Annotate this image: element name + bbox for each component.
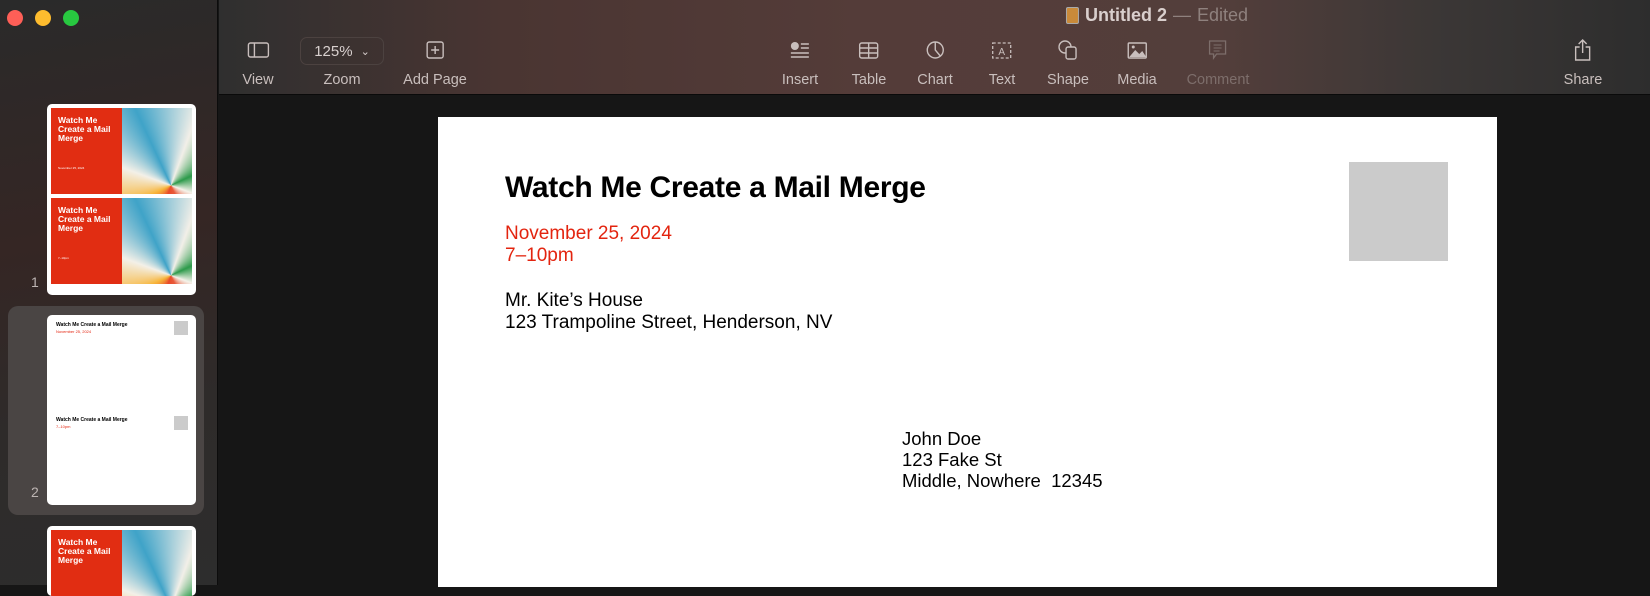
minimize-window-button[interactable] — [35, 10, 51, 26]
close-window-button[interactable] — [7, 10, 23, 26]
mini-stamp — [174, 321, 188, 335]
text-box-icon: A — [992, 38, 1012, 62]
paper-fans-image — [122, 530, 192, 596]
document-title[interactable]: Watch Me Create a Mail Merge — [505, 171, 926, 205]
media-button[interactable]: Media — [1117, 38, 1157, 88]
comment-button[interactable]: Comment — [1186, 38, 1250, 88]
text-label: Text — [988, 72, 1016, 88]
shape-label: Shape — [1047, 72, 1089, 88]
zoom-label: Zoom — [323, 72, 361, 88]
mini-title: Watch Me Create a Mail Merge — [56, 417, 128, 423]
mini-title: Watch Me Create a Mail Merge — [56, 322, 128, 328]
table-icon — [859, 38, 879, 62]
window-title: Untitled 2 — Edited — [1065, 5, 1249, 26]
card-time: 7–10pm — [58, 256, 69, 260]
mini-date: November 25, 2024 — [56, 329, 92, 334]
chevron-down-icon: ⌄ — [360, 45, 370, 58]
mini-time: 7–10pm — [56, 424, 71, 429]
sidebar-icon — [247, 38, 269, 62]
sender-address[interactable]: 123 Trampoline Street, Henderson, NV — [505, 312, 832, 334]
plus-square-icon — [426, 38, 444, 62]
chart-label: Chart — [917, 72, 953, 88]
table-button[interactable]: Table — [851, 38, 887, 88]
recipient-street[interactable]: 123 Fake St — [902, 449, 1002, 471]
recipient-city[interactable]: Middle, Nowhere 12345 — [902, 470, 1103, 492]
comment-icon — [1209, 38, 1227, 62]
share-label: Share — [1563, 72, 1603, 88]
svg-text:A: A — [999, 47, 1006, 58]
pages-document-icon — [1065, 7, 1079, 24]
image-icon — [1127, 38, 1147, 62]
insert-icon — [790, 38, 810, 62]
page-number-2: 2 — [31, 484, 39, 500]
stamp-placeholder[interactable] — [1349, 162, 1448, 261]
view-button[interactable]: View — [242, 38, 274, 88]
shape-icon — [1058, 38, 1078, 62]
share-icon — [1575, 38, 1591, 62]
zoom-label-wrap: Zoom — [323, 38, 360, 88]
card-date: November 25, 2024 — [58, 166, 85, 170]
edited-status: Edited — [1196, 5, 1249, 25]
chart-button[interactable]: Chart — [917, 38, 953, 88]
share-button[interactable]: Share — [1563, 38, 1603, 88]
shape-button[interactable]: Shape — [1047, 38, 1089, 88]
title-separator: — — [1172, 5, 1191, 25]
paper-fans-image — [122, 108, 192, 194]
recipient-name[interactable]: John Doe — [902, 428, 981, 450]
document-page[interactable]: Watch Me Create a Mail Merge November 25… — [438, 117, 1497, 587]
page-number-1: 1 — [31, 274, 39, 290]
text-button[interactable]: A Text — [988, 38, 1016, 88]
card-title: Watch Me Create a Mail Merge — [58, 537, 111, 565]
page-thumbnails-sidebar: Watch Me Create a Mail Merge November 25,… — [0, 0, 218, 596]
add-page-label: Add Page — [403, 72, 467, 88]
zoom-window-button[interactable] — [63, 10, 79, 26]
sender-name[interactable]: Mr. Kite’s House — [505, 290, 643, 312]
paper-fans-image — [122, 198, 192, 284]
add-page-button[interactable]: Add Page — [403, 38, 467, 88]
mini-stamp — [174, 416, 188, 430]
page-thumbnail-3[interactable]: Watch Me Create a Mail Merge — [47, 526, 196, 596]
event-time[interactable]: 7–10pm — [505, 245, 574, 267]
event-date[interactable]: November 25, 2024 — [505, 223, 672, 245]
toolbar: Untitled 2 — Edited View 125% ⌄ Zoom Add … — [219, 0, 1650, 95]
card-title: Watch Me Create a Mail Merge — [58, 115, 111, 143]
view-label: View — [242, 72, 274, 88]
insert-button[interactable]: Insert — [782, 38, 818, 88]
comment-label: Comment — [1186, 72, 1250, 88]
insert-label: Insert — [781, 72, 819, 88]
card-title: Watch Me Create a Mail Merge — [58, 205, 111, 233]
page-thumbnail-1[interactable]: Watch Me Create a Mail Merge November 25,… — [47, 104, 196, 295]
document-name: Untitled 2 — [1084, 5, 1167, 25]
table-label: Table — [851, 72, 887, 88]
page-thumbnail-2[interactable]: Watch Me Create a Mail Merge November 25… — [47, 315, 196, 505]
pie-chart-icon — [925, 38, 945, 62]
media-label: Media — [1117, 72, 1157, 88]
